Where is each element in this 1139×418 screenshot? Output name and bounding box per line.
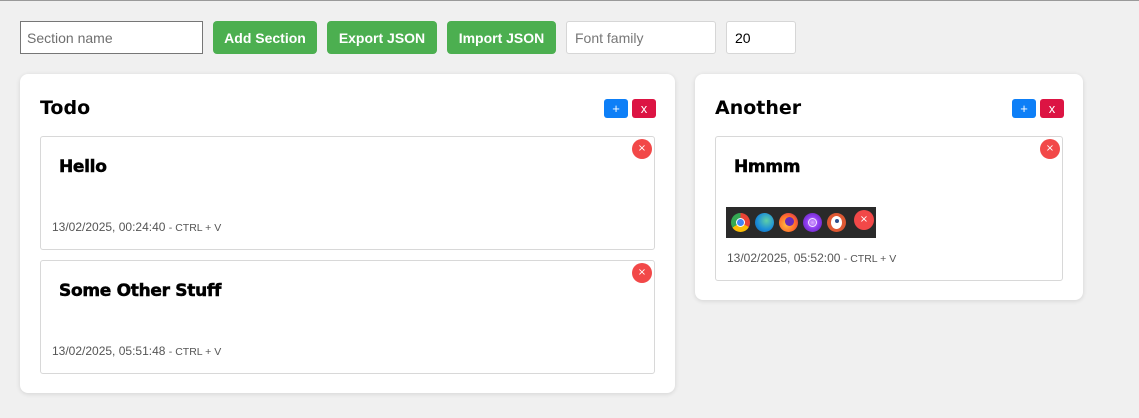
card-some-other-stuff: × Some Other Stuff 13/02/2025, 05:51:48 … [40,260,655,374]
font-size-input[interactable] [726,21,796,54]
delete-card-button[interactable]: × [1040,139,1060,159]
card-date: 13/02/2025, 05:51:48 [52,344,166,358]
delete-section-button[interactable]: x [632,99,656,118]
chrome-icon [731,213,750,232]
section-title: Another [715,97,802,119]
card-hello: × Hello 13/02/2025, 00:24:40 - CTRL + V [40,136,655,250]
card-date: 13/02/2025, 05:52:00 [727,251,841,265]
paste-hint: - CTRL + V [168,346,222,358]
delete-image-button[interactable]: × [854,210,874,230]
duckduckgo-icon [827,213,846,232]
add-card-button[interactable]: + [604,99,628,118]
delete-section-button[interactable]: x [1040,99,1064,118]
add-section-button[interactable]: Add Section [213,21,317,54]
edge-icon [755,213,774,232]
delete-card-button[interactable]: × [632,263,652,283]
card-title: Hello [59,157,107,178]
card-hmmm: × Hmmm × 13/02/2025, 05:52:00 - CTRL + V [715,136,1063,281]
card-timestamp: 13/02/2025, 00:24:40 - CTRL + V [52,220,221,234]
pasted-image: × [726,207,876,238]
add-card-button[interactable]: + [1012,99,1036,118]
font-family-input[interactable] [566,21,716,54]
section-name-input[interactable] [20,21,203,54]
paste-hint: - CTRL + V [843,253,897,265]
card-timestamp: 13/02/2025, 05:52:00 - CTRL + V [727,251,896,265]
card-title: Some Other Stuff [59,281,222,302]
section-title: Todo [40,97,91,119]
section-another: Another + x × Hmmm × 13/02/2025, 05:52:0… [695,74,1083,300]
card-date: 13/02/2025, 00:24:40 [52,220,166,234]
delete-card-button[interactable]: × [632,139,652,159]
export-json-button[interactable]: Export JSON [327,21,437,54]
firefox-icon [779,213,798,232]
card-title: Hmmm [734,157,801,178]
paste-hint: - CTRL + V [168,222,222,234]
section-todo: Todo + x × Hello 13/02/2025, 00:24:40 - … [20,74,675,393]
tor-browser-icon [803,213,822,232]
import-json-button[interactable]: Import JSON [447,21,556,54]
card-timestamp: 13/02/2025, 05:51:48 - CTRL + V [52,344,221,358]
